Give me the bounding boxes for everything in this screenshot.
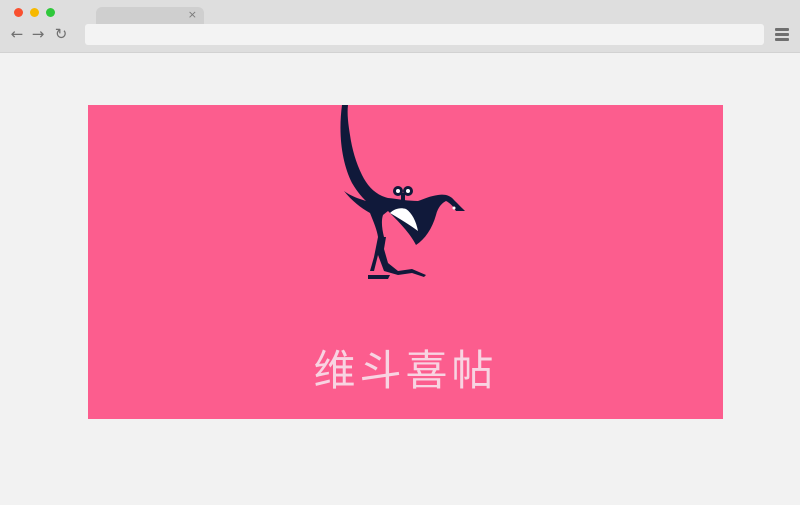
browser-tab[interactable]: × bbox=[96, 7, 204, 24]
browser-window: × ← → ↻ 维斗喜帖 bbox=[0, 0, 800, 505]
window-close-button[interactable] bbox=[14, 8, 23, 17]
reload-icon: ↻ bbox=[54, 25, 68, 43]
magpie-eye bbox=[452, 206, 456, 210]
magpie-foot-left bbox=[368, 275, 390, 279]
browser-chrome: × ← → ↻ bbox=[0, 0, 800, 53]
back-button[interactable]: ← bbox=[9, 26, 25, 42]
tab-close-icon[interactable]: × bbox=[188, 8, 197, 22]
hamburger-menu-icon bbox=[775, 28, 789, 31]
windup-key-right-hole bbox=[406, 189, 410, 193]
windup-key-stem bbox=[401, 193, 405, 201]
page-content: 维斗喜帖 bbox=[0, 53, 800, 505]
brand-name: 维斗喜帖 bbox=[313, 346, 498, 395]
brand-banner: 维斗喜帖 bbox=[88, 105, 723, 419]
forward-button[interactable]: → bbox=[30, 26, 46, 42]
address-bar[interactable] bbox=[85, 24, 764, 45]
window-minimize-button[interactable] bbox=[30, 8, 39, 17]
arrow-left-icon: ← bbox=[10, 25, 24, 43]
window-maximize-button[interactable] bbox=[46, 8, 55, 17]
reload-button[interactable]: ↻ bbox=[53, 26, 69, 42]
arrow-right-icon: → bbox=[31, 25, 45, 43]
magpie-body bbox=[340, 105, 465, 245]
browser-menu-button[interactable] bbox=[775, 28, 789, 41]
magpie-bird-icon bbox=[340, 105, 465, 279]
windup-key-left-hole bbox=[396, 189, 400, 193]
